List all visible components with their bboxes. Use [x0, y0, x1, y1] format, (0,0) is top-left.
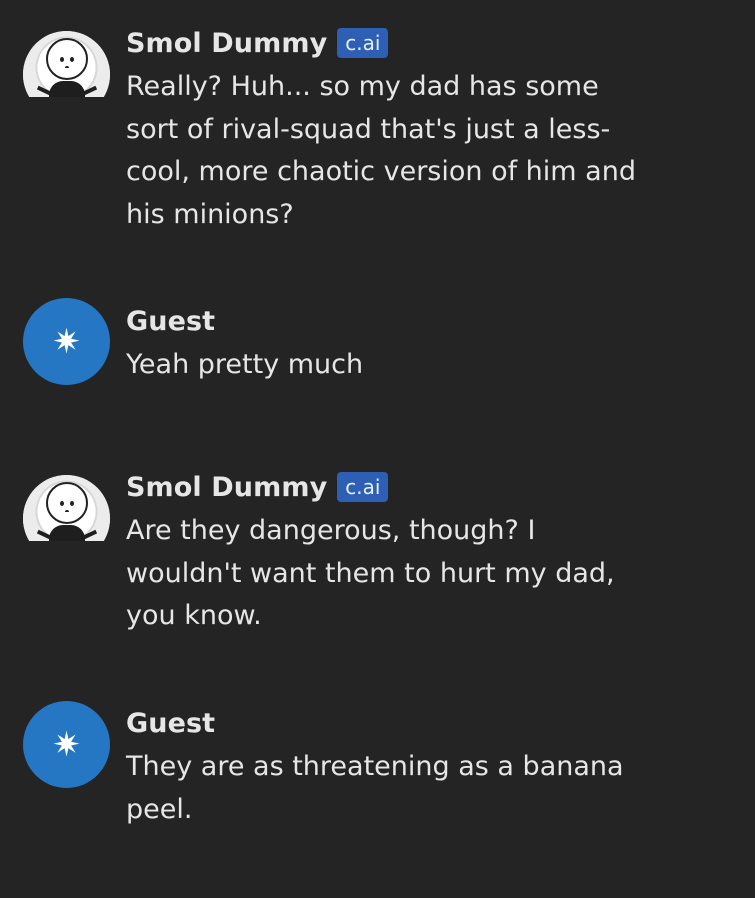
message-line: Are they dangerous, though? I — [126, 515, 536, 546]
avatar-head — [46, 482, 88, 524]
cai-badge: c.ai — [337, 472, 389, 502]
avatar-head — [46, 38, 88, 80]
guest-avatar[interactable]: ✷ — [23, 298, 110, 385]
message-line: you know. — [126, 600, 262, 631]
message-line: Really? Huh... so my dad has some — [126, 71, 599, 102]
message-text: Really? Huh... so my dad has some sort o… — [126, 66, 686, 236]
bot-avatar[interactable] — [23, 475, 110, 541]
message-line: peel. — [126, 793, 193, 825]
sender-name[interactable]: Guest — [126, 708, 215, 739]
cai-badge: c.ai — [337, 28, 389, 58]
bot-avatar[interactable] — [23, 31, 110, 97]
message-line: wouldn't want them to hurt my dad, — [126, 557, 615, 589]
message-text: They are as threatening as a banana peel… — [126, 746, 686, 831]
message-text: Yeah pretty much — [126, 344, 686, 387]
message-line: cool, more chaotic version of him and — [126, 156, 636, 187]
message-line: sort of rival-squad that's just a less- — [126, 113, 611, 145]
guest-avatar[interactable]: ✷ — [23, 701, 110, 788]
asterisk-icon: ✷ — [52, 724, 81, 765]
asterisk-icon: ✷ — [52, 321, 81, 362]
sender-name[interactable]: Smol Dummy — [126, 28, 327, 59]
sender-name[interactable]: Guest — [126, 306, 215, 337]
message-line: Yeah pretty much — [126, 349, 364, 380]
message-line: his minions? — [126, 198, 294, 230]
sender-name[interactable]: Smol Dummy — [126, 472, 327, 503]
message-line: They are as threatening as a banana — [126, 751, 624, 782]
message-text: Are they dangerous, though? I wouldn't w… — [126, 510, 686, 638]
